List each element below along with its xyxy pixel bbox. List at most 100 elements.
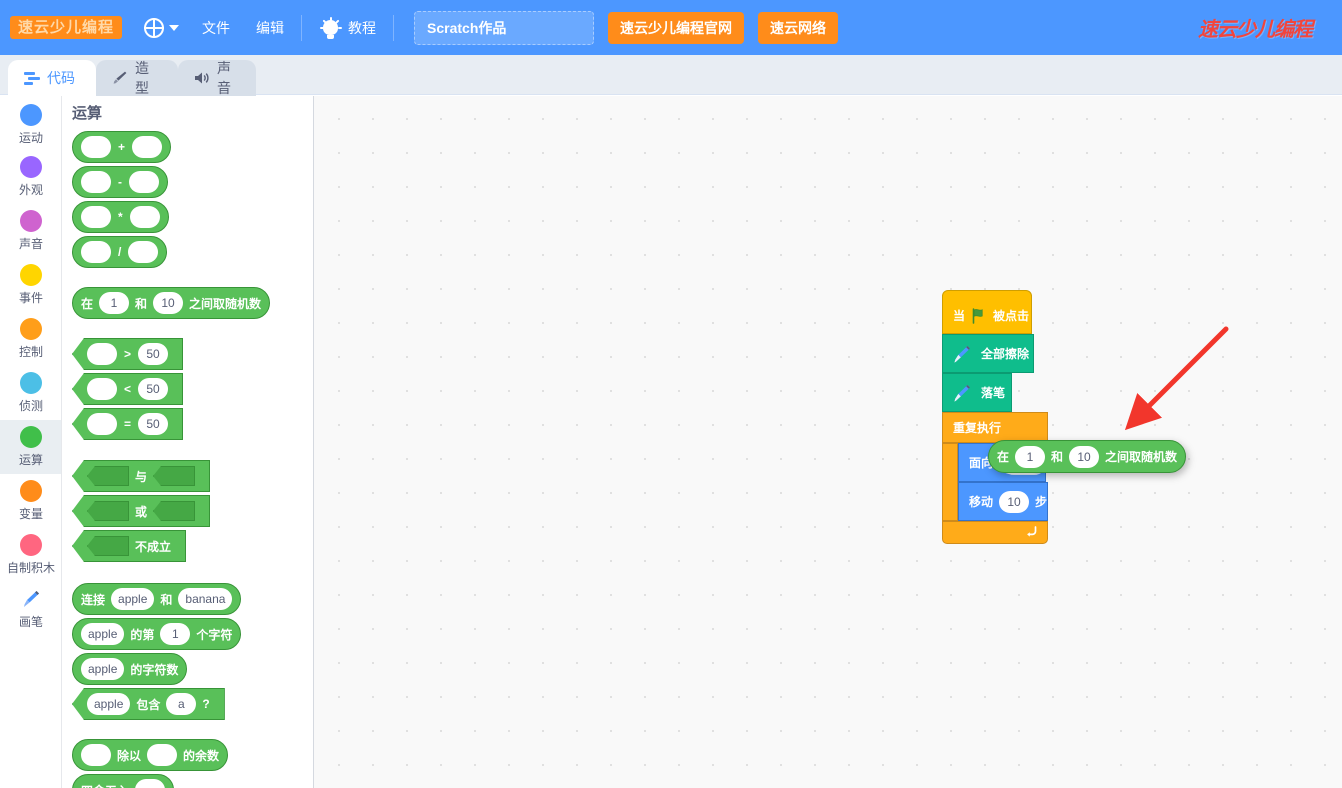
brush-icon	[112, 70, 128, 86]
block-forever-footer[interactable]	[942, 521, 1048, 544]
steps-input[interactable]: 10	[999, 490, 1030, 513]
block-input[interactable]: 10	[153, 292, 184, 314]
category-pen[interactable]: 画笔	[0, 582, 61, 636]
block-input[interactable]	[87, 413, 117, 435]
language-selector[interactable]	[134, 0, 189, 55]
operator-symbol: =	[124, 417, 132, 431]
block-operator-or[interactable]: 或	[72, 495, 211, 527]
globe-icon	[144, 17, 165, 38]
block-input[interactable]	[135, 779, 166, 788]
block-input[interactable]	[87, 378, 117, 400]
block-operator-round[interactable]: 四舍五入	[72, 774, 175, 788]
operator-symbol: -	[118, 175, 122, 189]
menu-edit[interactable]: 编辑	[243, 0, 297, 55]
boolean-slot[interactable]	[87, 501, 129, 521]
block-operator-greater[interactable]: > 50	[72, 338, 184, 370]
tab-costume[interactable]: 造型	[96, 60, 178, 96]
boolean-slot[interactable]	[153, 501, 196, 521]
block-input[interactable]: banana	[178, 588, 233, 610]
category-label: 外观	[18, 183, 43, 197]
boolean-slot[interactable]	[87, 466, 129, 486]
category-events[interactable]: 事件	[0, 258, 61, 312]
block-operator-equals[interactable]: = 50	[72, 408, 184, 440]
block-operator-contains[interactable]: apple 包含 a ?	[72, 688, 225, 720]
block-input[interactable]	[81, 744, 111, 766]
pen-icon	[951, 342, 973, 366]
block-operator-letter-of[interactable]: apple 的第 1 个字符	[72, 618, 242, 650]
category-color-dot	[20, 156, 42, 178]
speaker-icon	[194, 71, 210, 85]
block-when-flag-clicked[interactable]: 当 被点击	[942, 290, 1032, 334]
project-name-input[interactable]	[414, 10, 595, 45]
block-label: 与	[135, 469, 148, 484]
block-forever-spine	[942, 443, 958, 521]
block-input[interactable]: a	[166, 693, 197, 715]
block-label: ?	[202, 697, 210, 711]
block-input[interactable]: 50	[138, 378, 169, 400]
block-operator-modulo[interactable]: 除以 的余数	[72, 739, 229, 771]
block-input[interactable]	[81, 241, 111, 263]
tab-code[interactable]: 代码	[8, 60, 96, 96]
block-input[interactable]: 1	[1015, 445, 1046, 468]
block-operator-multiply[interactable]: *	[72, 201, 169, 233]
company-site-button[interactable]: 速云网络	[758, 11, 839, 44]
category-variables[interactable]: 变量	[0, 474, 61, 528]
block-input[interactable]	[81, 206, 111, 228]
category-control[interactable]: 控制	[0, 312, 61, 366]
block-input[interactable]	[81, 136, 111, 158]
block-operator-not[interactable]: 不成立	[72, 530, 187, 562]
block-label: 之间取随机数	[1105, 450, 1178, 464]
block-move-steps[interactable]: 移动 10 步	[958, 482, 1048, 521]
tutorial-button[interactable]: 教程	[306, 0, 389, 55]
block-input[interactable]: apple	[81, 623, 125, 645]
block-input[interactable]: 10	[1069, 445, 1100, 468]
block-input[interactable]: 1	[99, 292, 130, 314]
block-input[interactable]	[81, 171, 111, 193]
block-operator-less[interactable]: < 50	[72, 373, 184, 405]
category-label: 变量	[18, 507, 43, 521]
block-operator-and[interactable]: 与	[72, 460, 211, 492]
block-operator-divide[interactable]: /	[72, 236, 168, 268]
official-site-button[interactable]: 速云少儿编程官网	[608, 11, 745, 44]
block-input[interactable]: 50	[138, 413, 169, 435]
category-color-dot	[20, 426, 42, 448]
block-input[interactable]: apple	[111, 588, 155, 610]
block-input[interactable]	[132, 136, 163, 158]
operator-symbol: <	[124, 382, 132, 396]
block-operator-length-of[interactable]: apple 的字符数	[72, 653, 188, 685]
category-looks[interactable]: 外观	[0, 150, 61, 204]
block-pen-erase-all[interactable]: 全部擦除	[942, 334, 1034, 373]
tab-costume-label: 造型	[135, 60, 149, 96]
block-input[interactable]	[128, 241, 159, 263]
block-label: 的余数	[183, 748, 220, 763]
green-flag-icon	[971, 308, 987, 324]
block-forever-header[interactable]: 重复执行	[942, 412, 1048, 443]
block-input[interactable]: apple	[81, 658, 125, 680]
block-input[interactable]	[129, 206, 160, 228]
header-divider-2	[393, 14, 395, 41]
block-operator-subtract[interactable]: -	[72, 166, 168, 198]
boolean-slot[interactable]	[153, 466, 196, 486]
operator-symbol: *	[118, 210, 123, 224]
category-operators[interactable]: 运算	[0, 420, 61, 474]
block-pen-down[interactable]: 落笔	[942, 373, 1012, 412]
boolean-slot[interactable]	[87, 536, 129, 556]
tab-sound-label: 声音	[217, 60, 231, 96]
block-input[interactable]	[129, 171, 159, 193]
tab-sound[interactable]: 声音	[178, 60, 256, 96]
block-input[interactable]	[147, 744, 178, 766]
block-palette[interactable]: 运算 + - * / 在 1 和 10 之间取随机数 > 50 < 50 = 5…	[62, 96, 313, 788]
block-operator-add[interactable]: +	[72, 131, 172, 163]
category-sound[interactable]: 声音	[0, 204, 61, 258]
block-label: 落笔	[981, 386, 1006, 400]
menu-file[interactable]: 文件	[189, 0, 243, 55]
category-motion[interactable]: 运动	[0, 96, 61, 150]
block-operator-random[interactable]: 在 1 和 10 之间取随机数	[72, 287, 271, 319]
block-input[interactable]: 50	[138, 343, 169, 365]
category-sensing[interactable]: 侦测	[0, 366, 61, 420]
block-operator-join[interactable]: 连接 apple 和 banana	[72, 583, 242, 615]
block-input[interactable]: 1	[160, 623, 191, 645]
block-input[interactable]: apple	[87, 693, 131, 715]
category-my-blocks[interactable]: 自制积木	[0, 528, 61, 582]
block-input[interactable]	[87, 343, 117, 365]
